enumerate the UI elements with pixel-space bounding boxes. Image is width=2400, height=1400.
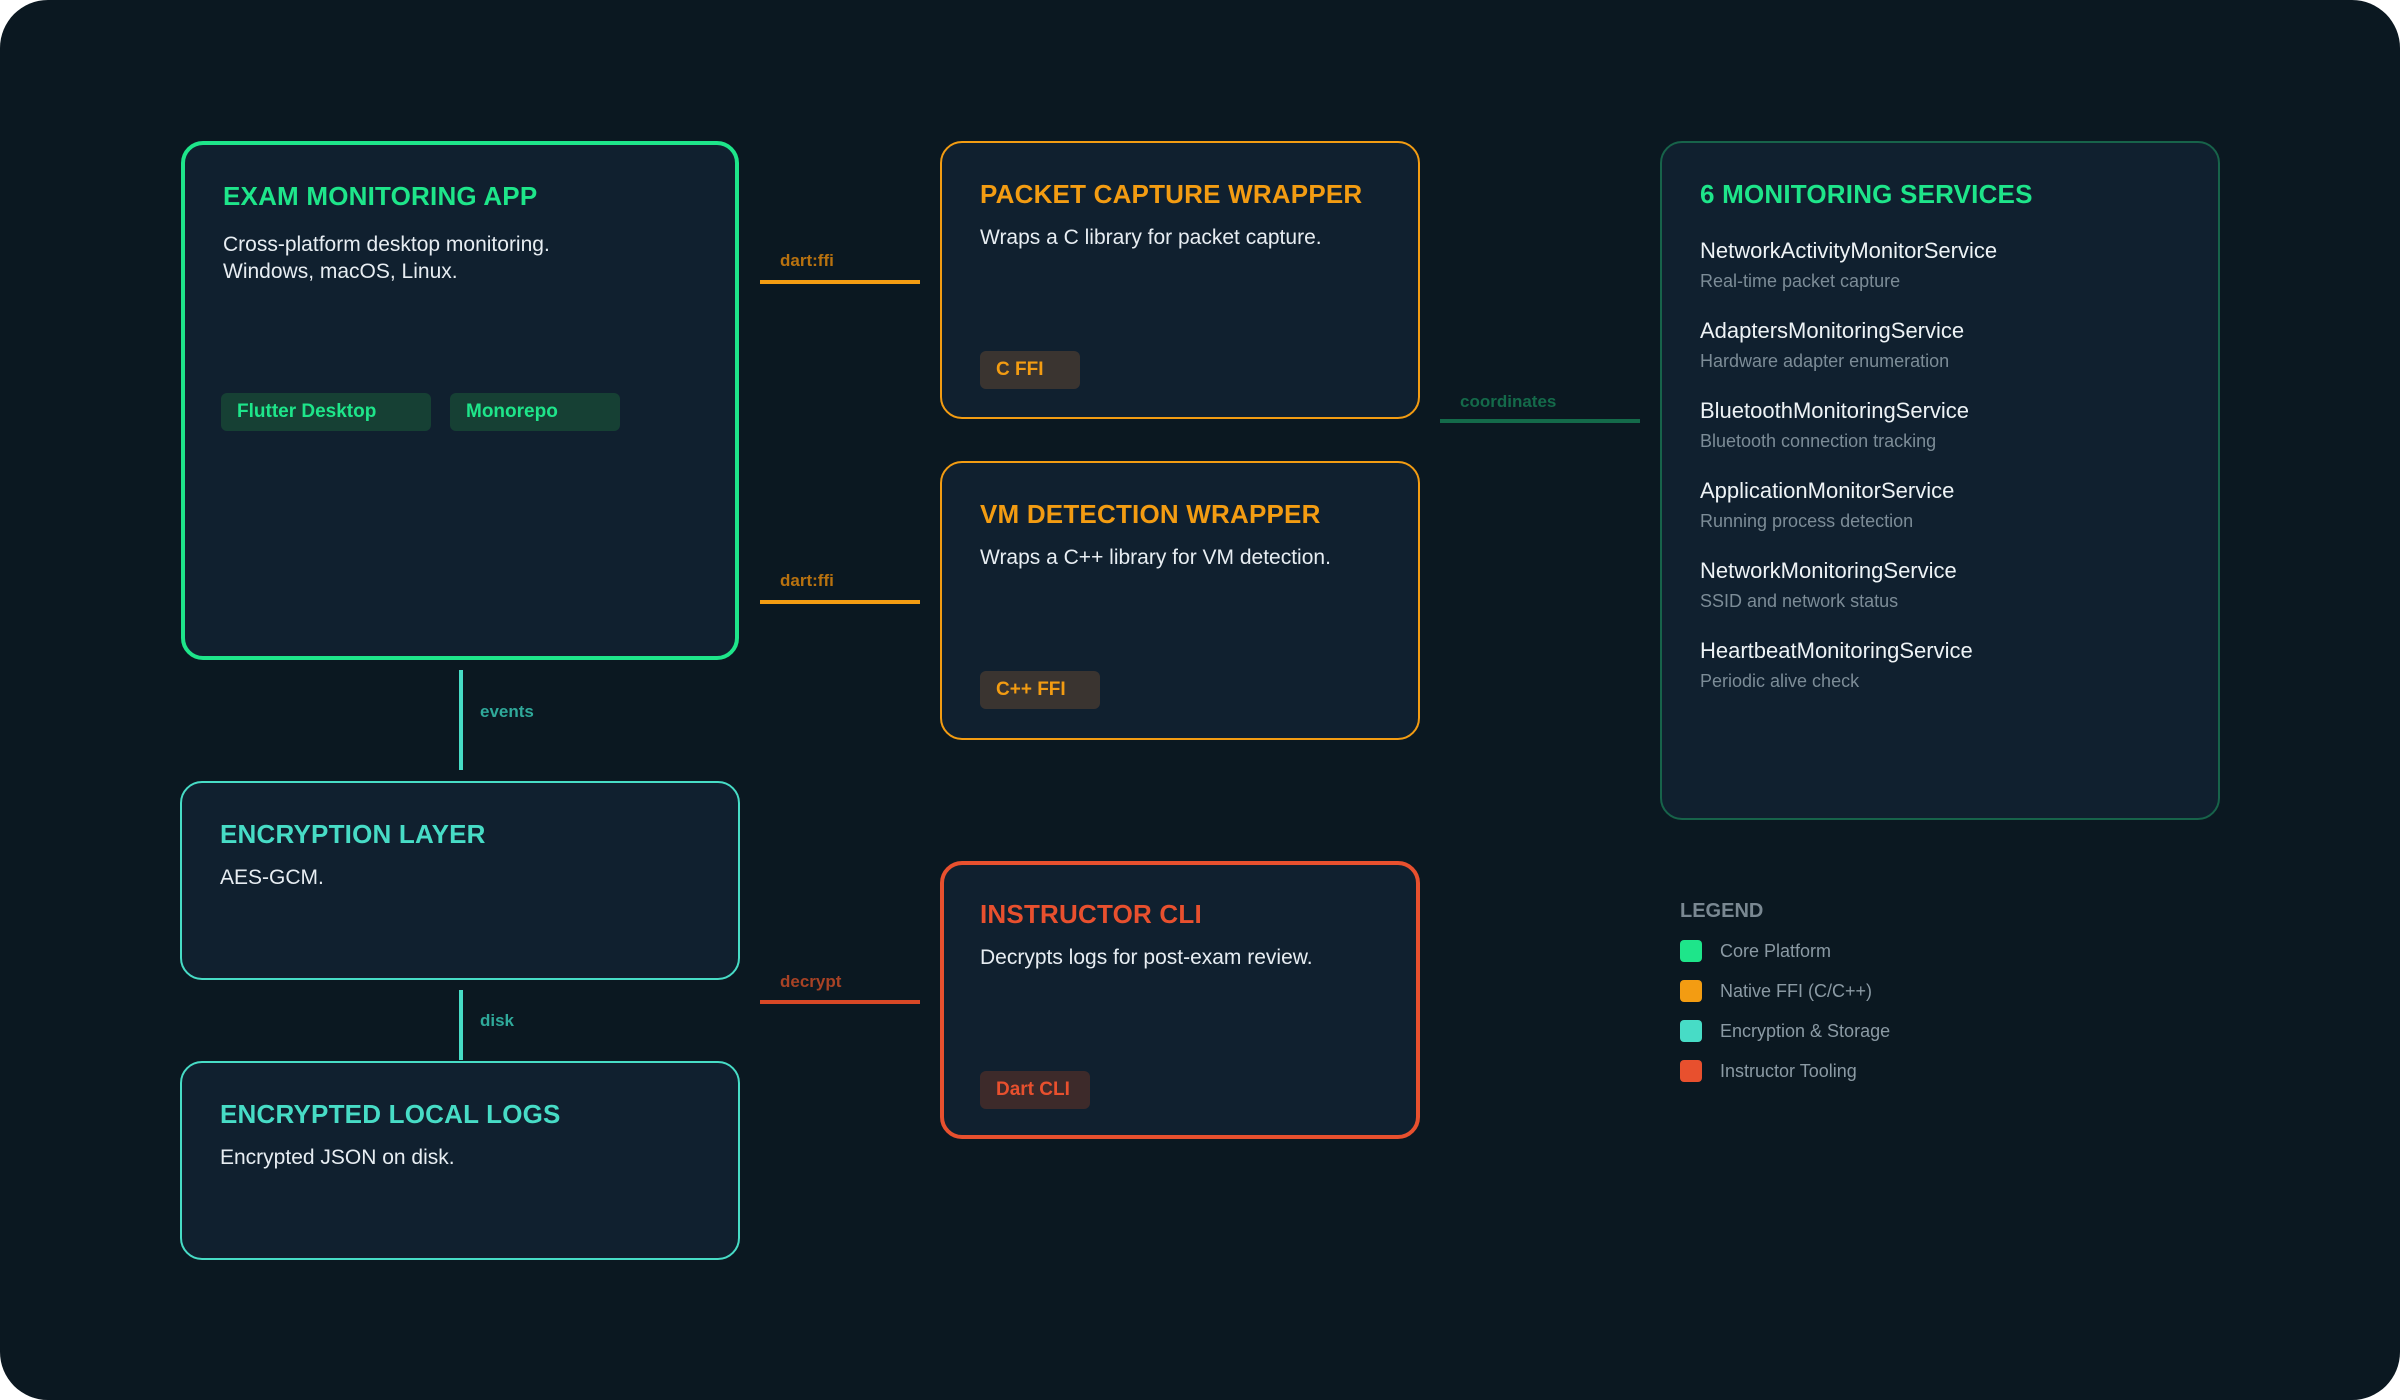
connector-dart-ffi-vm [760, 600, 920, 604]
tag-monorepo: Monorepo [450, 393, 620, 431]
legend-swatch [1680, 1020, 1702, 1042]
service-description: Periodic alive check [1700, 671, 1860, 691]
legend-label: Core Platform [1720, 941, 1832, 961]
service-description: Hardware adapter enumeration [1700, 351, 1950, 371]
connector-label-disk: disk [480, 1011, 515, 1030]
monitoring-services-node: 6 MONITORING SERVICES NetworkActivityMon… [1660, 141, 2220, 820]
legend-label: Instructor Tooling [1720, 1061, 1857, 1081]
legend-label: Native FFI (C/C++) [1720, 981, 1873, 1001]
legend-swatch [1680, 980, 1702, 1002]
instructor-cli-node: INSTRUCTOR CLI Decrypts logs for post-ex… [940, 861, 1420, 1139]
node-description: Wraps a C library for packet capture. [980, 226, 1322, 249]
encryption-layer-node: ENCRYPTION LAYER AES-GCM. [180, 781, 740, 980]
connector-disk [459, 990, 463, 1060]
node-title: VM DETECTION WRAPPER [980, 499, 1321, 529]
diagram-canvas: EXAM MONITORING APP Cross-platform deskt… [0, 0, 2400, 1400]
tag-c-ffi: C FFI [980, 351, 1080, 389]
node-title: 6 MONITORING SERVICES [1700, 179, 2033, 209]
service-description: Real-time packet capture [1700, 271, 1901, 291]
connector-events [459, 670, 463, 770]
service-name: ApplicationMonitorService [1700, 478, 1955, 503]
connector-label-decrypt: decrypt [780, 972, 842, 991]
node-title: PACKET CAPTURE WRAPPER [980, 179, 1363, 209]
tag-dart-cli: Dart CLI [980, 1071, 1090, 1109]
node-title: ENCRYPTION LAYER [220, 819, 486, 849]
service-name: NetworkActivityMonitorService [1700, 238, 1998, 263]
node-description: Encrypted JSON on disk. [220, 1146, 455, 1169]
service-description: SSID and network status [1700, 591, 1899, 611]
legend-swatch [1680, 940, 1702, 962]
legend-title: LEGEND [1680, 900, 1764, 922]
legend-label: Encryption & Storage [1720, 1021, 1891, 1041]
service-name: AdaptersMonitoringService [1700, 318, 1965, 343]
tag-flutter-desktop: Flutter Desktop [221, 393, 431, 431]
node-title: ENCRYPTED LOCAL LOGS [220, 1099, 561, 1129]
connector-label-dart-ffi: dart:ffi [780, 251, 834, 270]
node-title: INSTRUCTOR CLI [980, 899, 1202, 929]
encrypted-local-logs-node: ENCRYPTED LOCAL LOGS Encrypted JSON on d… [180, 1061, 740, 1260]
connector-decrypt [760, 1000, 920, 1004]
tag-cpp-ffi: C++ FFI [980, 671, 1100, 709]
service-name: BluetoothMonitoringService [1700, 398, 1970, 423]
connector-label-dart-ffi: dart:ffi [780, 571, 834, 590]
service-description: Running process detection [1700, 511, 1914, 531]
service-name: NetworkMonitoringService [1700, 558, 1957, 583]
packet-capture-wrapper-node: PACKET CAPTURE WRAPPER Wraps a C library… [940, 141, 1420, 419]
vm-detection-wrapper-node: VM DETECTION WRAPPER Wraps a C++ library… [940, 461, 1420, 740]
service-description: Bluetooth connection tracking [1700, 431, 1937, 451]
node-description: AES-GCM. [220, 866, 324, 889]
connector-label-coordinates: coordinates [1460, 392, 1557, 411]
node-description: Decrypts logs for post-exam review. [980, 946, 1313, 969]
node-description: Wraps a C++ library for VM detection. [980, 546, 1331, 569]
connector-label-events: events [480, 702, 534, 721]
legend-swatch [1680, 1060, 1702, 1082]
connector-coordinates [1440, 419, 1640, 423]
service-name: HeartbeatMonitoringService [1700, 638, 1973, 663]
exam-monitoring-app-node: EXAM MONITORING APP Cross-platform deskt… [181, 141, 739, 660]
node-description: Cross-platform desktop monitoring. Windo… [223, 233, 550, 283]
node-title: EXAM MONITORING APP [223, 181, 538, 211]
connector-dart-ffi-packet [760, 280, 920, 284]
